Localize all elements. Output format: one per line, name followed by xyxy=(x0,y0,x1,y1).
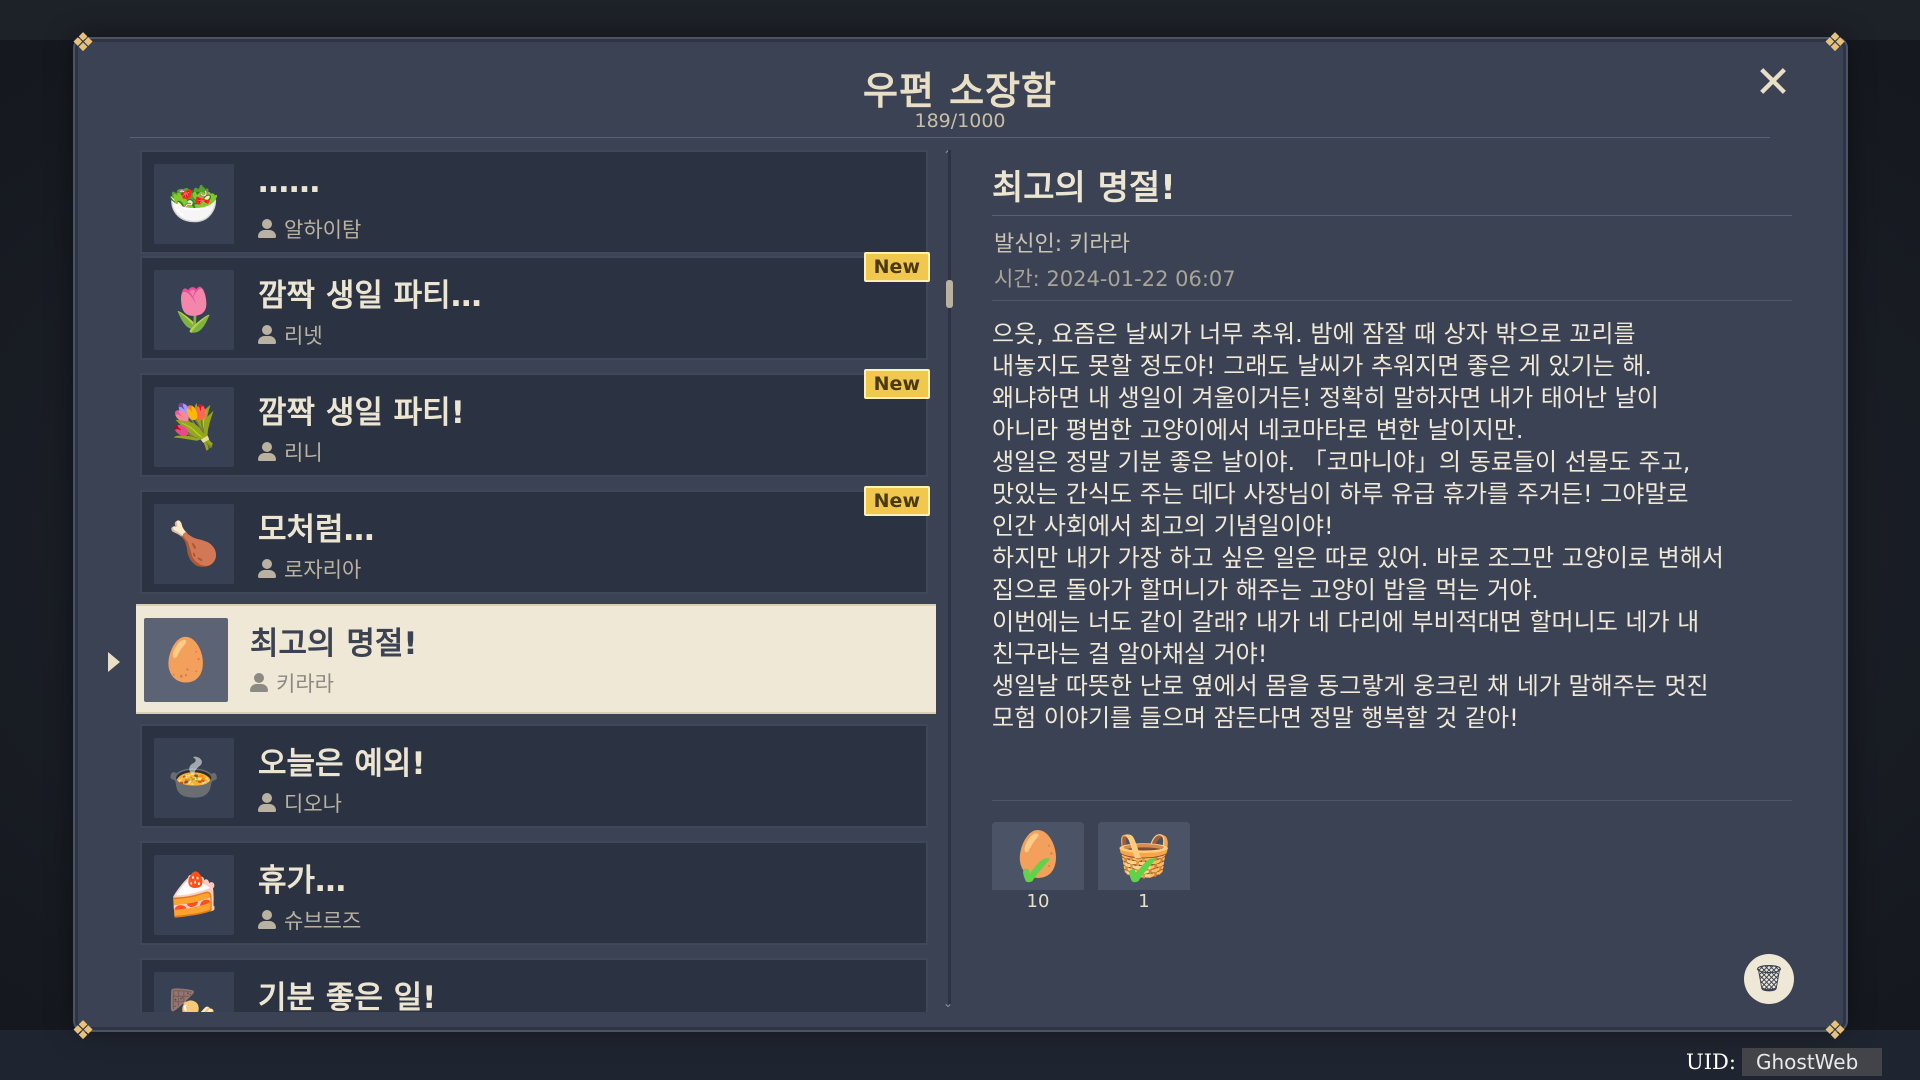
corner-ornament-icon: ❖ xyxy=(71,28,95,58)
mail-sender: 키라라 xyxy=(250,668,334,698)
background-top-bar xyxy=(0,0,1920,40)
mail-sender: 리니 xyxy=(258,437,323,467)
reward-item[interactable]: 🧺 ✔ 1 xyxy=(1098,822,1190,914)
mail-title: …… xyxy=(258,164,320,200)
reward-item[interactable]: 🥚 ✔ 10 xyxy=(992,822,1084,914)
mail-sender-name: 리니 xyxy=(284,441,323,465)
mail-title: 기분 좋은 일! xyxy=(258,980,437,1012)
delete-button[interactable]: 🗑 xyxy=(1744,954,1794,1004)
roast-icon: 🍗 xyxy=(154,504,234,584)
mail-list-item[interactable]: 🍰 휴가… 슈브르즈 xyxy=(140,841,928,945)
mail-detail-title: 최고의 명절! xyxy=(992,168,1176,208)
divider xyxy=(130,137,1770,138)
mail-list-item[interactable]: 🌷 깜짝 생일 파티… 리넷 New xyxy=(140,252,930,360)
egg-icon: 🥚 xyxy=(144,618,228,702)
mail-detail-body: 으읏, 요즘은 날씨가 너무 추워. 밤에 잠잘 때 상자 밖으로 꼬리를 내놓… xyxy=(992,320,1724,732)
person-icon xyxy=(258,325,276,345)
divider xyxy=(992,215,1792,216)
mail-list-item[interactable]: 🍢 기분 좋은 일! xyxy=(140,958,928,1012)
mail-sender-name: 알하이탐 xyxy=(284,218,362,242)
mail-sender: 디오나 xyxy=(258,788,342,818)
mail-sender-name: 슈브르즈 xyxy=(284,909,362,933)
person-icon xyxy=(258,559,276,579)
person-icon xyxy=(258,442,276,462)
person-icon xyxy=(258,793,276,813)
corner-ornament-icon: ❖ xyxy=(71,1016,95,1046)
mail-title: 휴가… xyxy=(258,863,347,899)
corner-ornament-icon: ❖ xyxy=(1823,28,1847,58)
dish-icon: 🥗 xyxy=(154,164,234,244)
mail-sender-name: 리넷 xyxy=(284,324,323,348)
close-button[interactable]: ✕ xyxy=(1752,61,1794,105)
mail-sender-name: 디오나 xyxy=(284,792,342,816)
uid-value: GhostWeb xyxy=(1742,1048,1882,1076)
reward-quantity: 10 xyxy=(992,890,1084,914)
mail-list-item[interactable]: 🍗 모처럼… 로자리아 New xyxy=(140,486,930,594)
mail-sender-name: 로자리아 xyxy=(284,558,362,582)
dish-icon: 🍲 xyxy=(154,738,234,818)
uid-label: UID: xyxy=(1686,1050,1736,1074)
dish-icon: 🍢 xyxy=(154,972,234,1012)
mail-sender: 슈브르즈 xyxy=(258,905,361,935)
mail-detail-sender: 발신인: 키라라 xyxy=(994,232,1130,257)
new-badge: New xyxy=(863,252,930,282)
person-icon xyxy=(258,219,276,239)
mail-title: 오늘은 예외! xyxy=(258,746,426,782)
scroll-down-icon[interactable]: ⌄ xyxy=(943,996,953,1010)
mail-list: 🥗 …… 알하이탐 🌷 깜짝 생일 파티… 리넷 New 💐 깜짝 생일 파티!… xyxy=(136,150,936,1012)
corner-ornament-icon: ❖ xyxy=(1823,1016,1847,1046)
person-icon xyxy=(250,673,268,693)
divider xyxy=(992,300,1792,301)
mail-sender: 리넷 xyxy=(258,320,323,350)
mail-count: 189/1000 xyxy=(914,110,1006,132)
mail-list-item[interactable]: 💐 깜짝 생일 파티! 리니 New xyxy=(140,369,930,477)
background-bottom-bar xyxy=(0,1030,1920,1080)
mail-title: 깜짝 생일 파티! xyxy=(258,395,465,431)
mail-list-item-selected[interactable]: 🥚 최고의 명절! 키라라 xyxy=(136,604,936,714)
flower-icon: 🌷 xyxy=(154,270,234,350)
mail-list-item[interactable]: 🥗 …… 알하이탐 xyxy=(140,150,928,254)
new-badge: New xyxy=(863,369,930,399)
divider xyxy=(992,800,1792,801)
mail-detail-time: 시간: 2024-01-22 06:07 xyxy=(994,267,1236,291)
page-title: 우편 소장함 xyxy=(862,69,1058,113)
trash-icon: 🗑 xyxy=(1752,964,1786,994)
scrollbar-track[interactable] xyxy=(948,150,951,1005)
scrollbar-thumb[interactable] xyxy=(946,280,953,308)
flower-icon: 💐 xyxy=(154,387,234,467)
reward-quantity: 1 xyxy=(1098,890,1190,914)
selection-arrow-icon xyxy=(108,652,120,672)
mail-list-item[interactable]: 🍲 오늘은 예외! 디오나 xyxy=(140,724,928,828)
mail-title: 깜짝 생일 파티… xyxy=(258,278,482,314)
mail-title: 최고의 명절! xyxy=(250,626,418,662)
new-badge: New xyxy=(863,486,930,516)
mail-sender-name: 키라라 xyxy=(276,672,334,696)
mail-title: 모처럼… xyxy=(258,512,375,548)
person-icon xyxy=(258,910,276,930)
mail-sender: 로자리아 xyxy=(258,554,361,584)
cake-icon: 🍰 xyxy=(154,855,234,935)
close-icon: ✕ xyxy=(1754,57,1792,108)
mail-sender: 알하이탐 xyxy=(258,214,361,244)
